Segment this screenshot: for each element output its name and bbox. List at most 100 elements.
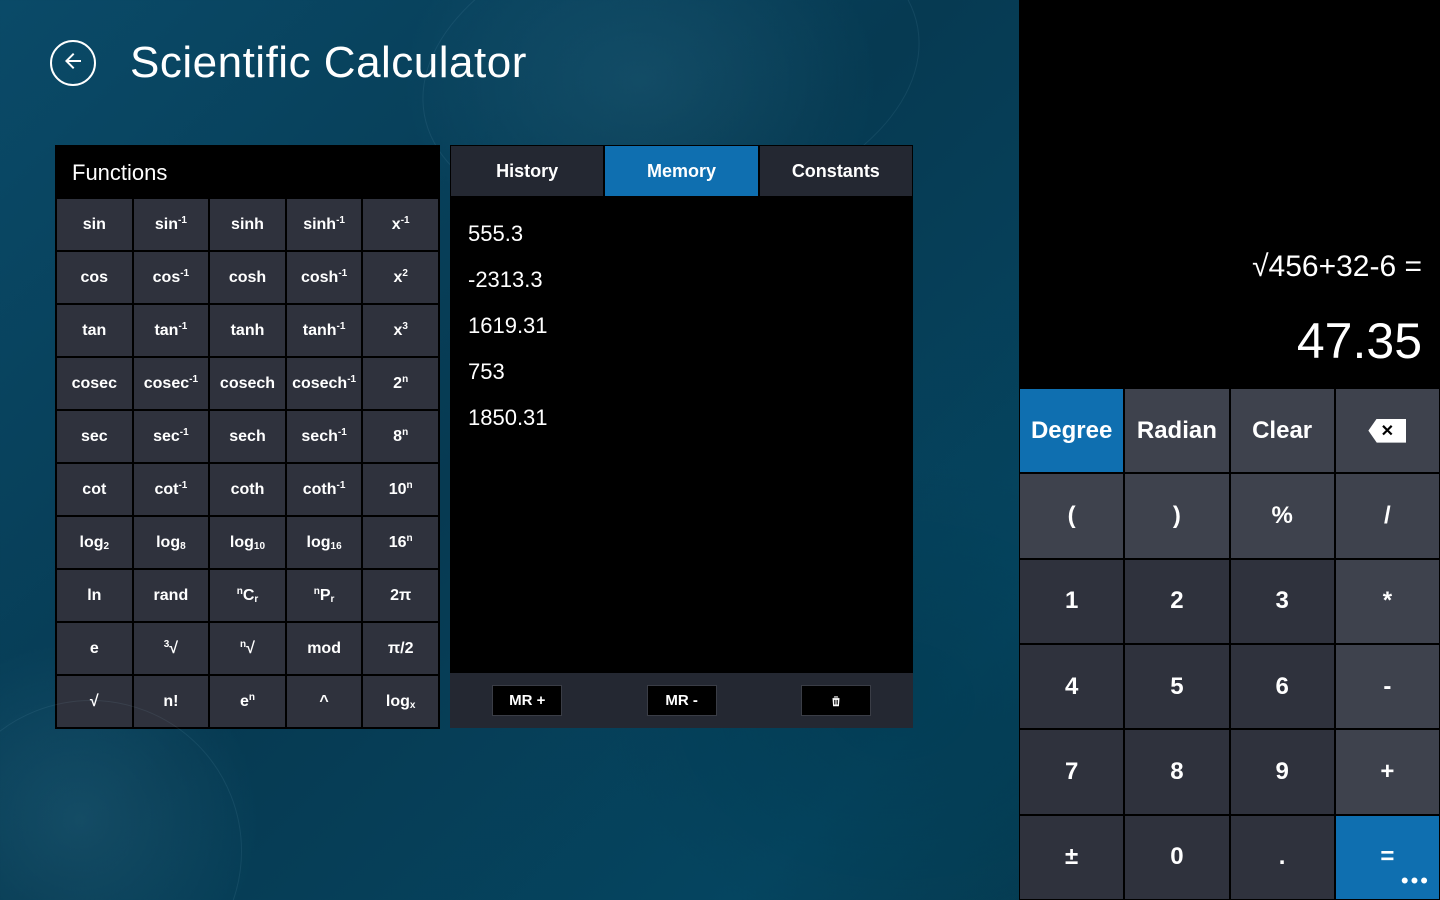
calculator-panel: √456+32-6 = 47.35 Degree Radian Clear ✕ … [1019, 0, 1440, 900]
result-text: 47.35 [1297, 312, 1422, 370]
func-cossup1-button[interactable]: cos-1 [133, 251, 210, 304]
func-logsubx-button[interactable]: logx [362, 675, 439, 728]
memory-actions-bar: MR + MR - [450, 672, 913, 728]
percent-button[interactable]: % [1230, 473, 1335, 558]
tab-memory[interactable]: Memory [604, 145, 758, 197]
func-cosech-button[interactable]: cosech [209, 357, 286, 410]
func-tansup1-button[interactable]: tan-1 [133, 304, 210, 357]
func-sinsup1-button[interactable]: sin-1 [133, 198, 210, 251]
memory-item[interactable]: 1850.31 [468, 395, 895, 441]
trash-icon [829, 692, 843, 709]
func-3-button[interactable]: 3√ [133, 622, 210, 675]
func-logsub8-button[interactable]: log8 [133, 516, 210, 569]
func-sinhsup1-button[interactable]: sinh-1 [286, 198, 363, 251]
func-sin-button[interactable]: sin [56, 198, 133, 251]
func-logsub16-button[interactable]: log16 [286, 516, 363, 569]
degree-button[interactable]: Degree [1019, 388, 1124, 473]
func-logsub10-button[interactable]: log10 [209, 516, 286, 569]
display: √456+32-6 = 47.35 [1019, 0, 1440, 388]
expression-text: √456+32-6 = [1252, 250, 1422, 284]
func-2supn-button[interactable]: 2n [362, 357, 439, 410]
func-10supn-button[interactable]: 10n [362, 463, 439, 516]
tab-constants[interactable]: Constants [759, 145, 913, 197]
center-panel: History Memory Constants 555.3-2313.3161… [450, 145, 913, 728]
digit-3-button[interactable]: 3 [1230, 559, 1335, 644]
func-esupn-button[interactable]: en [209, 675, 286, 728]
memory-item[interactable]: 1619.31 [468, 303, 895, 349]
memory-recall-minus-button[interactable]: MR - [647, 685, 717, 716]
backspace-icon: ✕ [1368, 419, 1406, 443]
func-mod-button[interactable]: mod [286, 622, 363, 675]
func--button[interactable]: ^ [286, 675, 363, 728]
func-cos-button[interactable]: cos [56, 251, 133, 304]
memory-item[interactable]: 555.3 [468, 211, 895, 257]
func--button[interactable]: √ [56, 675, 133, 728]
decimal-button[interactable]: . [1230, 815, 1335, 900]
func-16supn-button[interactable]: 16n [362, 516, 439, 569]
digit-5-button[interactable]: 5 [1124, 644, 1229, 729]
func-tan-button[interactable]: tan [56, 304, 133, 357]
digit-4-button[interactable]: 4 [1019, 644, 1124, 729]
func-cosec-button[interactable]: cosec [56, 357, 133, 410]
func-tanhsup1-button[interactable]: tanh-1 [286, 304, 363, 357]
func-cothsup1-button[interactable]: coth-1 [286, 463, 363, 516]
func-cotsup1-button[interactable]: cot-1 [133, 463, 210, 516]
tab-history[interactable]: History [450, 145, 604, 197]
memory-item[interactable]: 753 [468, 349, 895, 395]
lparen-button[interactable]: ( [1019, 473, 1124, 558]
functions-panel: Functions sinsin-1sinhsinh-1x-1coscos-1c… [55, 145, 440, 729]
func-xsup1-button[interactable]: x-1 [362, 198, 439, 251]
digit-1-button[interactable]: 1 [1019, 559, 1124, 644]
digit-6-button[interactable]: 6 [1230, 644, 1335, 729]
func-xsup3-button[interactable]: x3 [362, 304, 439, 357]
func-coshsup1-button[interactable]: cosh-1 [286, 251, 363, 304]
func-n-button[interactable]: n! [133, 675, 210, 728]
memory-list: 555.3-2313.31619.317531850.31 [450, 197, 913, 672]
digit-8-button[interactable]: 8 [1124, 729, 1229, 814]
memory-delete-button[interactable] [801, 685, 871, 716]
func-n-button[interactable]: n√ [209, 622, 286, 675]
backspace-button[interactable]: ✕ [1335, 388, 1440, 473]
func-secsup1-button[interactable]: sec-1 [133, 410, 210, 463]
ellipsis-icon: ••• [1401, 868, 1430, 893]
memory-recall-plus-button[interactable]: MR + [492, 685, 562, 716]
func-ln-button[interactable]: ln [56, 569, 133, 622]
func-2-button[interactable]: 2π [362, 569, 439, 622]
radian-button[interactable]: Radian [1124, 388, 1229, 473]
func-e-button[interactable]: e [56, 622, 133, 675]
rparen-button[interactable]: ) [1124, 473, 1229, 558]
digit-2-button[interactable]: 2 [1124, 559, 1229, 644]
clear-button[interactable]: Clear [1230, 388, 1335, 473]
more-menu-button[interactable]: ••• [1401, 868, 1430, 894]
func-rand-button[interactable]: rand [133, 569, 210, 622]
func-cosechsup1-button[interactable]: cosech-1 [286, 357, 363, 410]
memory-item[interactable]: -2313.3 [468, 257, 895, 303]
page-title: Scientific Calculator [130, 38, 527, 88]
digit-0-button[interactable]: 0 [1124, 815, 1229, 900]
func-tanh-button[interactable]: tanh [209, 304, 286, 357]
plus-button[interactable]: + [1335, 729, 1440, 814]
func-sec-button[interactable]: sec [56, 410, 133, 463]
func-2-button[interactable]: π/2 [362, 622, 439, 675]
func-ncsubr-button[interactable]: nCr [209, 569, 286, 622]
func-logsub2-button[interactable]: log2 [56, 516, 133, 569]
func-npsubr-button[interactable]: nPr [286, 569, 363, 622]
multiply-button[interactable]: * [1335, 559, 1440, 644]
back-button[interactable] [50, 40, 96, 86]
func-sinh-button[interactable]: sinh [209, 198, 286, 251]
func-xsup2-button[interactable]: x2 [362, 251, 439, 304]
func-sechsup1-button[interactable]: sech-1 [286, 410, 363, 463]
func-sech-button[interactable]: sech [209, 410, 286, 463]
func-cot-button[interactable]: cot [56, 463, 133, 516]
digit-7-button[interactable]: 7 [1019, 729, 1124, 814]
func-cosh-button[interactable]: cosh [209, 251, 286, 304]
divide-button[interactable]: / [1335, 473, 1440, 558]
func-coth-button[interactable]: coth [209, 463, 286, 516]
keypad: Degree Radian Clear ✕ ( ) % / 1 2 3 * 4 … [1019, 388, 1440, 900]
plus-minus-button[interactable]: ± [1019, 815, 1124, 900]
func-cosecsup1-button[interactable]: cosec-1 [133, 357, 210, 410]
func-8supn-button[interactable]: 8n [362, 410, 439, 463]
minus-button[interactable]: - [1335, 644, 1440, 729]
back-arrow-icon [61, 49, 85, 78]
digit-9-button[interactable]: 9 [1230, 729, 1335, 814]
